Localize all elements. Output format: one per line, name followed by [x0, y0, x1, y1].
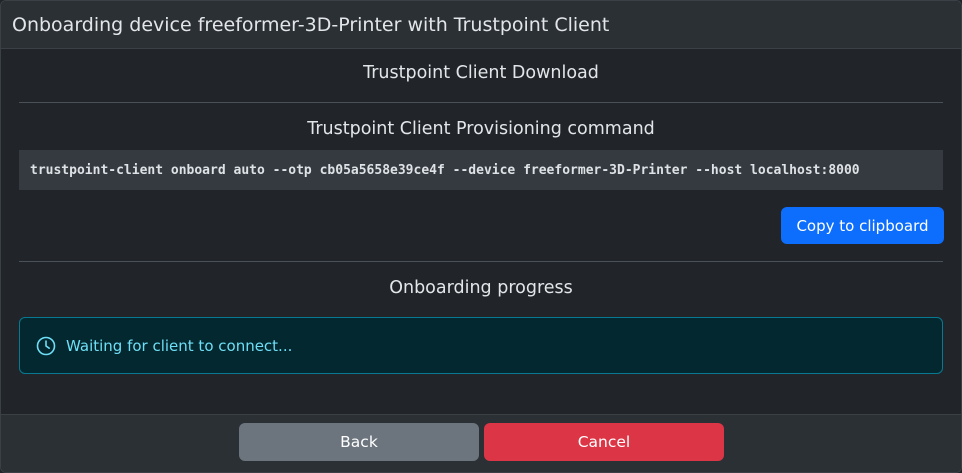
provisioning-section-title: Trustpoint Client Provisioning command — [307, 119, 655, 139]
clock-icon — [36, 336, 56, 356]
divider — [19, 102, 943, 103]
back-button[interactable]: Back — [239, 423, 479, 461]
cancel-button[interactable]: Cancel — [484, 423, 724, 461]
copy-to-clipboard-button[interactable]: Copy to clipboard — [781, 207, 944, 244]
progress-section-title: Onboarding progress — [389, 278, 573, 298]
download-section-title: Trustpoint Client Download — [363, 63, 599, 83]
page-title: Onboarding device freeformer-3D-Printer … — [12, 13, 610, 36]
card-footer: Back Cancel — [1, 414, 961, 472]
card-header: Onboarding device freeformer-3D-Printer … — [1, 1, 961, 49]
provisioning-command: trustpoint-client onboard auto --otp cb0… — [19, 150, 943, 190]
divider — [19, 261, 943, 262]
command-text: trustpoint-client onboard auto --otp cb0… — [30, 162, 860, 178]
onboarding-card: Onboarding device freeformer-3D-Printer … — [0, 0, 962, 473]
status-message: Waiting for client to connect... — [66, 336, 293, 355]
status-alert: Waiting for client to connect... — [19, 317, 943, 374]
